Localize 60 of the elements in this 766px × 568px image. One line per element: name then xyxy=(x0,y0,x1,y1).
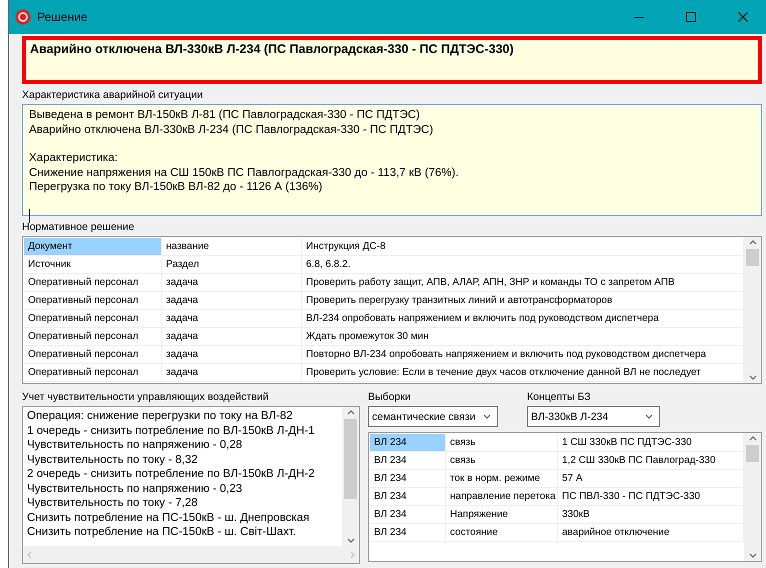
table-cell[interactable]: задача xyxy=(162,346,302,364)
list-line: Чувствительность по току - 7,28 xyxy=(27,496,198,510)
table-cell[interactable]: Документ xyxy=(24,238,162,256)
table-cell[interactable]: 1,2 СШ 330кВ ПС Павлоград-330 xyxy=(558,452,744,470)
table-cell[interactable]: ВЛ 234 xyxy=(370,488,446,506)
table-cell[interactable]: задача xyxy=(162,310,302,328)
table-cell[interactable]: Оперативный персонал xyxy=(24,346,162,364)
table-cell[interactable]: Оперативный персонал xyxy=(24,310,162,328)
table-cell[interactable]: ток в норм. режиме xyxy=(446,470,558,488)
table-cell[interactable]: название xyxy=(162,238,302,256)
table-cell[interactable]: ПС ПВЛ-330 - ПС ПДТЭС-330 xyxy=(558,488,744,506)
window-title: Решение xyxy=(37,10,88,24)
table-cell[interactable]: 6.8, 6.8.2. xyxy=(302,256,744,274)
samples-dropdown[interactable]: семантические связи xyxy=(368,406,498,427)
table-cell[interactable]: задача xyxy=(162,274,302,292)
section-label: Учет чувствительности управляющих воздействий xyxy=(22,391,269,403)
table-cell[interactable]: 57 А xyxy=(558,470,744,488)
table-cell[interactable]: Оперативный персонал xyxy=(24,292,162,310)
table-cell[interactable]: ВЛ 234 xyxy=(370,470,446,488)
list-line: Операция: снижение перегрузки по току на ВЛ-82 xyxy=(27,409,293,424)
table-cell[interactable]: ВЛ 234 xyxy=(370,506,446,524)
list-line: Чувствительность по току - 8,32 xyxy=(27,452,198,467)
table-cell[interactable]: Оперативный персонал xyxy=(24,364,162,382)
table-cell[interactable]: ВЛ 234 xyxy=(370,434,446,452)
table-cell[interactable]: связь xyxy=(446,434,558,452)
table-cell[interactable]: Оперативный персонал xyxy=(24,328,162,346)
list-line: 1 очередь - снизить потребление по ВЛ-150кВ Л-ДН-1 xyxy=(27,424,315,438)
table-cell[interactable]: задача xyxy=(162,292,302,310)
table-cell[interactable]: Ждать промежуток 30 мин xyxy=(302,328,744,346)
table-cell[interactable]: состояние xyxy=(446,524,558,542)
concepts-dropdown[interactable]: ВЛ-330кВ Л-234 xyxy=(527,406,660,427)
table-cell[interactable]: связь xyxy=(446,452,558,470)
table-cell[interactable]: Напряжение xyxy=(446,506,558,524)
table-cell[interactable]: Инструкция ДС-8 xyxy=(302,238,744,256)
table-cell[interactable]: аварийное отключение xyxy=(558,524,744,542)
list-line: Чувствительность по напряжению - 0,28 xyxy=(27,438,242,452)
field-label: Выборки xyxy=(368,391,411,403)
table-cell[interactable]: задача xyxy=(162,328,302,346)
table-cell[interactable]: Источник xyxy=(24,256,162,274)
field-label: Концепты БЗ xyxy=(527,391,591,403)
list-line: Снизить потребление на ПС-150кВ - ш. Світ-Шахт. xyxy=(27,525,296,540)
section-label: Нормативное решение xyxy=(22,221,134,233)
table-cell[interactable]: ВЛ 234 xyxy=(370,452,446,470)
table-cell[interactable]: направление перетока xyxy=(446,488,558,506)
list-line: 2 очередь - снизить потребление по ВЛ-150кВ Л-ДН-2 xyxy=(27,467,315,482)
list-line: Чувствительность по напряжению - 0,23 xyxy=(27,482,242,496)
table-cell[interactable]: Повторно ВЛ-234 опробовать напряжением и включить под руководством диспетчера xyxy=(302,346,744,364)
table-cell[interactable]: Проверить работу защит, АПВ, АЛАР, АПН, ЗНР и команды ТО с запретом АПВ xyxy=(302,274,744,292)
table-cell[interactable]: 330кВ xyxy=(558,506,744,524)
table-cell[interactable]: Проверить условие: Если в течение двух часов отключение данной ВЛ не последует xyxy=(302,364,744,382)
table-cell[interactable]: 1 СШ 330кВ ПС ПДТЭС-330 xyxy=(558,434,744,452)
table-cell[interactable]: ВЛ-234 опробовать напряжением и включить под руководством диспетчера xyxy=(302,310,744,328)
table-cell[interactable]: Оперативный персонал xyxy=(24,274,162,292)
table-cell[interactable]: ВЛ 234 xyxy=(370,524,446,542)
table-cell[interactable]: Проверить перегрузку транзитных линий и автотрансформаторов xyxy=(302,292,744,310)
table-cell[interactable]: задача xyxy=(162,364,302,382)
list-line: Снизить потребление на ПС-150кВ - ш. Днепровская xyxy=(27,510,310,525)
alarm-headline: Аварийно отключена ВЛ-330кВ Л-234 (ПС Павлоградская-330 - ПС ПДТЭС-330) xyxy=(22,36,762,84)
table-cell[interactable]: Раздел xyxy=(162,256,302,274)
section-label: Характеристика аварийной ситуации xyxy=(22,89,203,101)
